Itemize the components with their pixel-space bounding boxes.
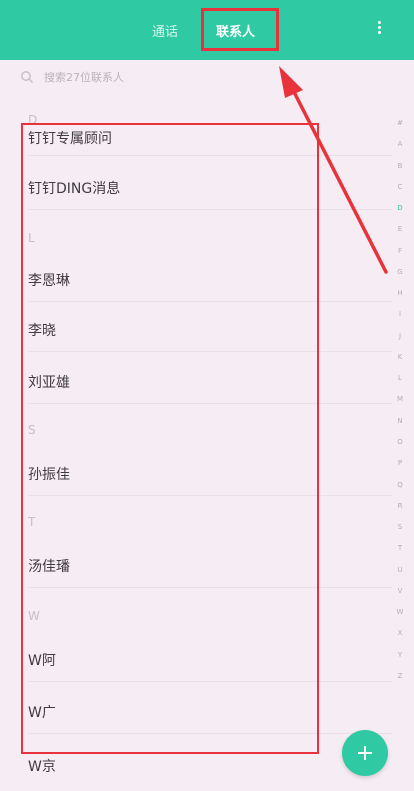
annotation-arrow [279,66,388,274]
